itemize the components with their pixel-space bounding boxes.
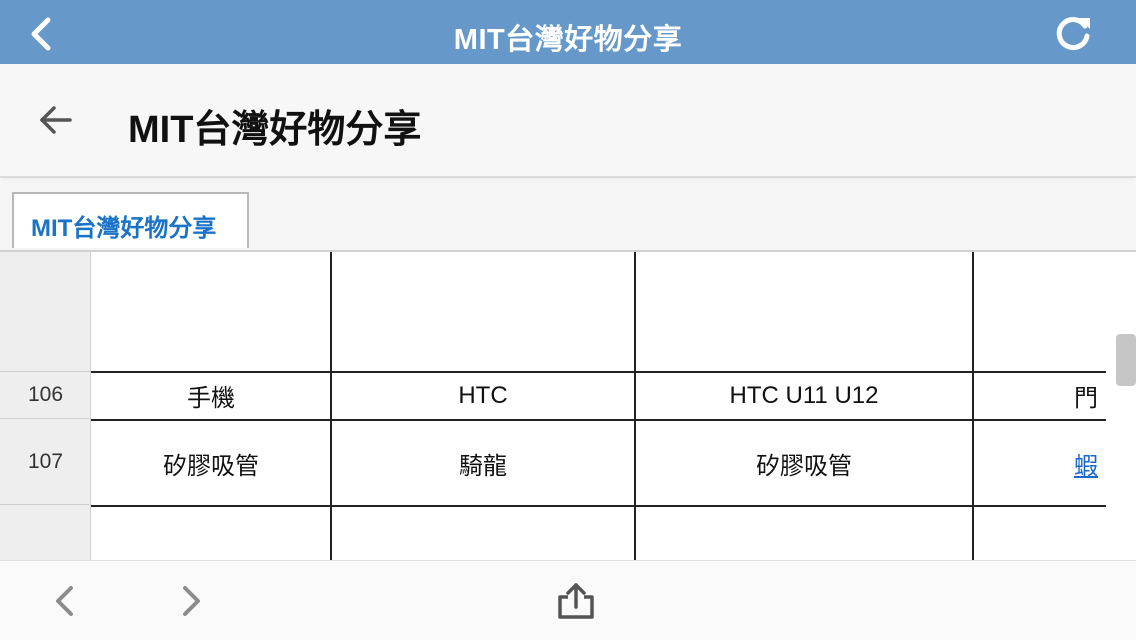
tab-mit-sheet[interactable]: MIT台灣好物分享: [12, 192, 249, 248]
row-number[interactable]: 107: [0, 419, 91, 505]
browser-title: MIT台灣好物分享: [453, 24, 683, 56]
column-divider: [972, 252, 974, 560]
arrow-left-icon[interactable]: [36, 100, 76, 140]
bottom-toolbar: [0, 560, 1136, 640]
table-cell[interactable]: 騎龍: [332, 421, 634, 505]
share-icon[interactable]: [555, 581, 597, 621]
table-cell-link[interactable]: 蝦: [974, 421, 1106, 505]
tab-label: MIT台灣好物分享: [31, 215, 217, 242]
table-cell[interactable]: HTC U11 U12: [636, 372, 972, 419]
page-title: MIT台灣好物分享: [128, 109, 422, 151]
row-divider: [91, 371, 1106, 373]
spreadsheet-grid[interactable]: 106 107 手機 HTC HTC U11 U12 門 矽膠吸管 騎龍 矽膠吸…: [0, 252, 1106, 560]
row-number-partial[interactable]: [0, 505, 91, 560]
row-number[interactable]: 106: [0, 372, 91, 419]
browser-top-bar: MIT台灣好物分享: [0, 0, 1136, 64]
row-number-blank: [0, 252, 91, 372]
column-divider: [330, 252, 332, 560]
sheet-header: MIT台灣好物分享: [0, 64, 1136, 178]
table-cell[interactable]: 手機: [92, 372, 330, 419]
table-cell[interactable]: 門: [974, 372, 1106, 419]
table-cell[interactable]: 矽膠吸管: [636, 421, 972, 505]
row-divider: [91, 505, 1106, 507]
column-divider: [634, 252, 636, 560]
table-cell[interactable]: 矽膠吸管: [92, 421, 330, 505]
chevron-left-icon[interactable]: [48, 583, 82, 619]
vertical-scrollbar[interactable]: [1116, 334, 1136, 386]
table-cell[interactable]: HTC: [332, 372, 634, 419]
sheet-tab-strip: MIT台灣好物分享: [0, 180, 1136, 252]
chevron-right-icon[interactable]: [174, 583, 208, 619]
row-divider: [91, 419, 1106, 421]
reload-icon[interactable]: [1052, 12, 1094, 54]
